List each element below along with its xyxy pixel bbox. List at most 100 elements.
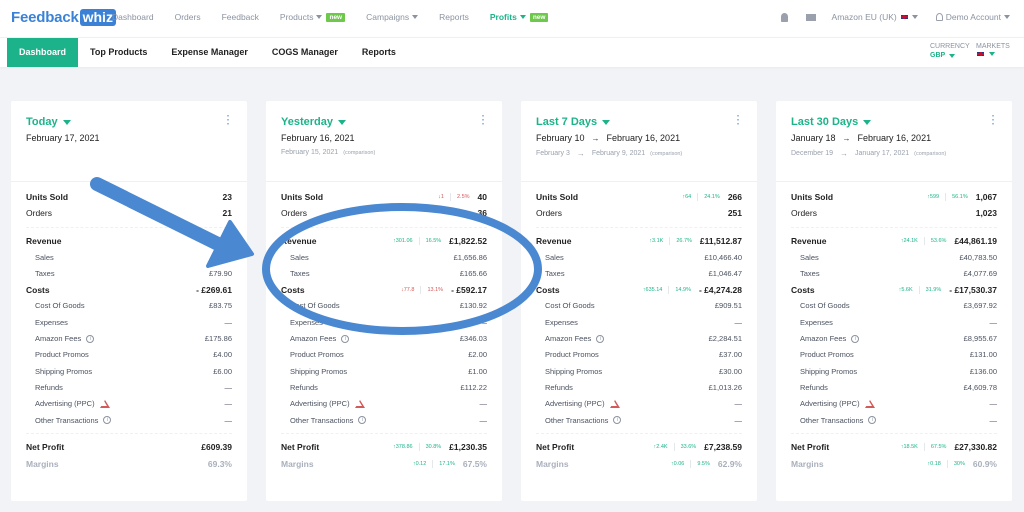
change-divider: [449, 193, 451, 202]
row-label-text: Refunds: [290, 382, 318, 392]
card-header: Last 30 Days · · · January 18 → February 16, 2…: [776, 101, 1012, 182]
info-icon[interactable]: i: [596, 334, 605, 343]
info-icon[interactable]: i: [868, 416, 877, 424]
row-product-promos: Product Promos £4.00: [26, 347, 232, 363]
row-shipping-promos: Shipping Promos £136.00: [791, 363, 997, 379]
currency-selector[interactable]: CURRENCY GBP: [930, 42, 970, 60]
card-body: Units Sold ↓ 1 2.5% 40 Orders 36 Revenue ↑ 301.…: [266, 182, 502, 472]
change-indicator: ↑ 18.5K 67.5%: [901, 443, 946, 452]
row-label: Margins: [536, 459, 569, 469]
card-header: Today · · · February 17, 2021: [11, 101, 247, 182]
row-costs: Costs ↑ 635.14 14.9% - £4,274.28: [536, 281, 742, 297]
feedbackwhiz-logo[interactable]: Feedback whiz: [11, 9, 116, 26]
tab-expense-manager[interactable]: Expense Manager: [159, 38, 260, 67]
change-divider: [690, 459, 692, 468]
info-icon[interactable]: i: [851, 334, 860, 343]
row-value: £10,466.40: [704, 252, 742, 262]
nav-item-campaigns[interactable]: Campaigns: [366, 12, 419, 22]
change-divider: [923, 443, 925, 452]
row-orders: Orders 21: [26, 205, 232, 221]
row-label: Amazon Fees i: [26, 334, 95, 343]
nav-item-feedback[interactable]: Feedback: [222, 12, 259, 22]
marketplace-selector[interactable]: Amazon EU (UK): [832, 12, 918, 22]
nav-item-orders[interactable]: Orders: [175, 12, 201, 22]
row-label-text: Units Sold: [791, 192, 834, 203]
row-advertising: Advertising (PPC) —: [536, 396, 742, 412]
period-selector[interactable]: Last 30 Days: [791, 116, 997, 128]
period-selector[interactable]: Last 7 Days: [536, 116, 742, 128]
info-icon[interactable]: i: [86, 334, 95, 343]
row-amazon-fees: Amazon Fees i £2,284.51: [536, 330, 742, 346]
row-label-text: Taxes: [800, 268, 820, 278]
nav-item-products[interactable]: Products new: [280, 12, 346, 22]
row-values: —: [735, 318, 743, 327]
section-divider: [281, 433, 487, 435]
row-values: —: [480, 318, 488, 327]
account-menu[interactable]: Demo Account: [935, 12, 1010, 22]
nav-item-profits[interactable]: Profits new: [490, 12, 549, 22]
nav-item-reports[interactable]: Reports: [439, 12, 469, 22]
row-label-text: Net Profit: [791, 442, 830, 453]
row-units-sold: Units Sold 23: [26, 189, 232, 205]
row-label-text: Expenses: [290, 317, 323, 327]
warning-icon[interactable]: [354, 399, 365, 408]
row-orders: Orders 1,023: [791, 205, 997, 221]
tab-top-products[interactable]: Top Products: [78, 38, 159, 67]
row-label: Refunds: [26, 383, 63, 392]
chevron-down-icon: [412, 15, 419, 19]
row-expenses: Expenses —: [26, 314, 232, 330]
row-value: 1,067: [975, 192, 997, 203]
tab-dashboard[interactable]: Dashboard: [7, 38, 79, 67]
mail-icon[interactable]: [805, 13, 816, 21]
info-icon[interactable]: i: [341, 334, 350, 343]
date-range: January 18 → February 16, 2021: [791, 133, 997, 143]
row-values: £1,046.47: [709, 269, 742, 278]
bell-icon[interactable]: [780, 12, 788, 22]
info-icon[interactable]: i: [613, 416, 622, 424]
row-label-text: Advertising (PPC): [545, 399, 605, 409]
row-label-text: Net Profit: [536, 442, 575, 453]
warning-icon[interactable]: [609, 399, 620, 408]
period-label: Last 30 Days: [791, 116, 859, 128]
row-label-text: Cost Of Goods: [290, 301, 340, 311]
row-label-text: Orders: [791, 208, 817, 219]
row-label: Net Profit: [281, 442, 319, 452]
warning-icon[interactable]: [864, 399, 875, 408]
more-options-icon[interactable]: · · ·: [737, 112, 740, 130]
period-selector[interactable]: Today: [26, 116, 232, 128]
change-divider: [697, 193, 699, 202]
info-icon[interactable]: i: [103, 416, 112, 424]
row-value: —: [479, 317, 488, 327]
change-absolute: 301.06: [395, 237, 413, 244]
nav-item-dashboard[interactable]: Dashboard: [112, 12, 154, 22]
row-label-text: Taxes: [290, 268, 310, 278]
row-value: £27,330.82: [954, 442, 997, 453]
change-absolute: 0.12: [415, 460, 427, 467]
more-options-icon[interactable]: · · ·: [482, 112, 485, 130]
row-values: 69.3%: [208, 459, 232, 469]
row-value: £346.03: [459, 334, 487, 344]
more-options-icon[interactable]: · · ·: [227, 112, 230, 130]
row-label-text: Cost Of Goods: [545, 301, 595, 311]
info-icon[interactable]: i: [358, 416, 367, 424]
tab-reports[interactable]: Reports: [350, 38, 408, 67]
more-options-icon[interactable]: · · ·: [992, 112, 995, 130]
row-values: £2,284.51: [709, 334, 742, 343]
logo-text: Feedback: [11, 9, 79, 26]
tab-cogs-manager[interactable]: COGS Manager: [260, 38, 350, 67]
row-value: 36: [477, 208, 487, 219]
markets-selector[interactable]: MARKETS: [976, 42, 1010, 57]
change-indicator: ↑ 301.06 16.5%: [393, 236, 441, 245]
period-selector[interactable]: Yesterday: [281, 116, 487, 128]
row-label-text: Expenses: [545, 317, 578, 327]
row-label: Margins: [791, 459, 824, 469]
comparison-tag: (comparison): [343, 149, 376, 156]
date-range: February 10 → February 16, 2021: [536, 133, 742, 143]
row-values: £3,697.92: [964, 301, 997, 310]
change-divider: [669, 236, 671, 245]
chevron-down-icon: [989, 52, 995, 56]
row-value: £4.00: [213, 350, 232, 360]
row-units-sold: Units Sold ↑ 599 56.1% 1,067: [791, 189, 997, 205]
warning-icon[interactable]: [99, 399, 110, 408]
row-advertising: Advertising (PPC) —: [26, 396, 232, 412]
